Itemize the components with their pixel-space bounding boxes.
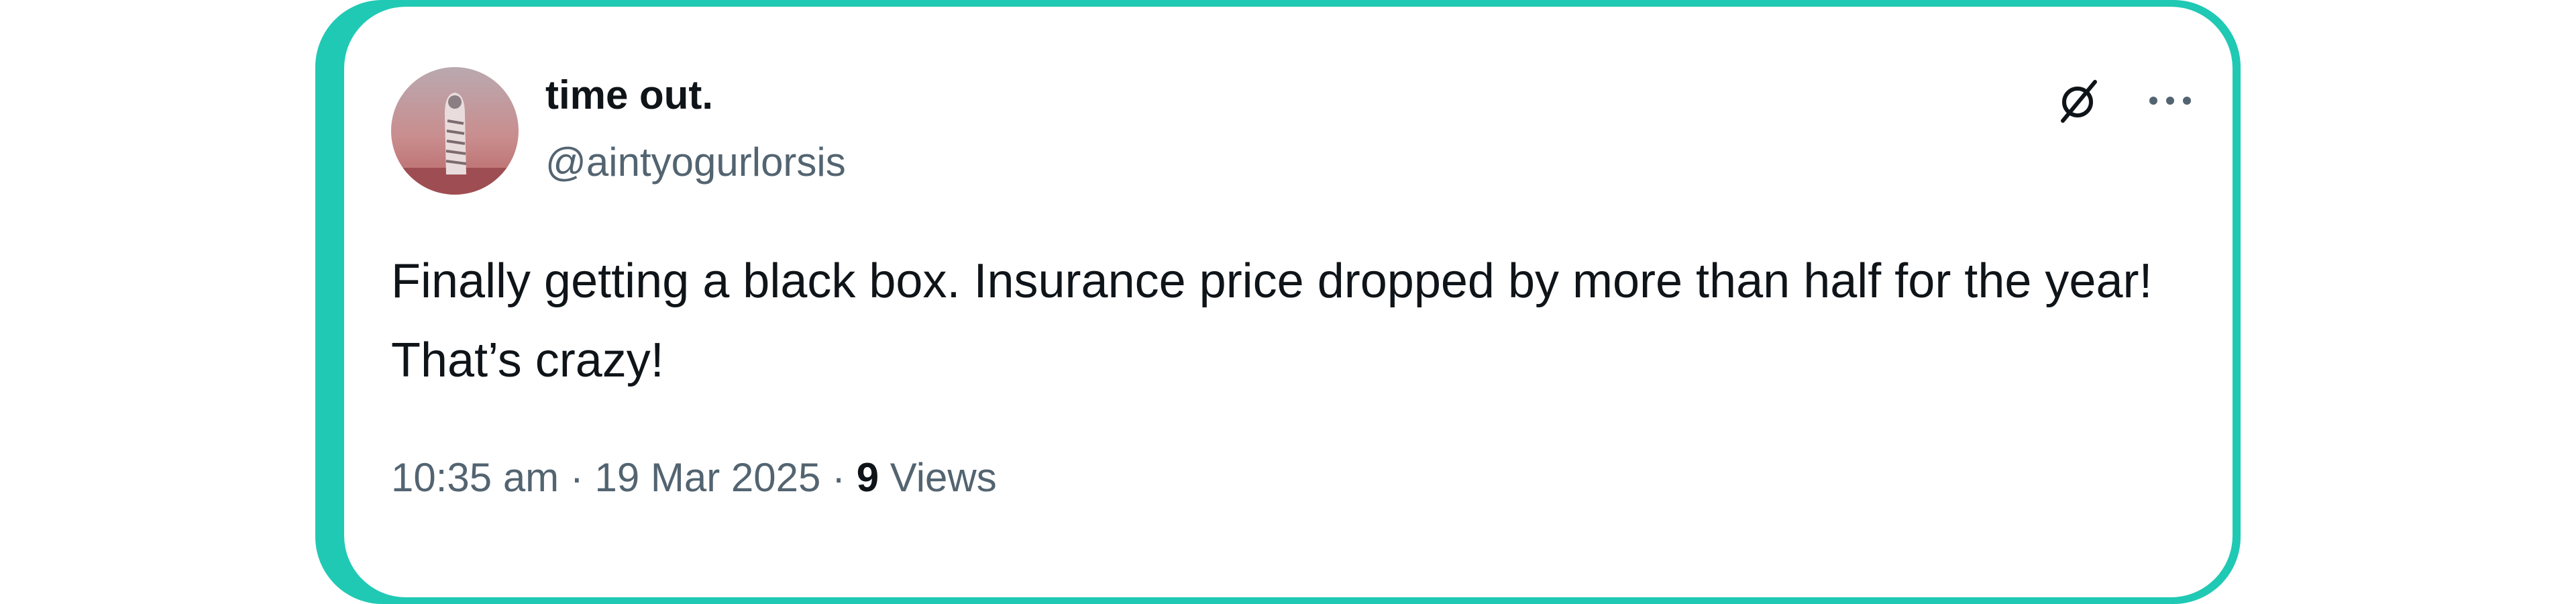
author-handle[interactable]: @aintyogurlorsis	[545, 142, 846, 183]
views-count: 9	[856, 455, 879, 500]
tweet-screenshot: time out. @aintyogurlorsis Finally getti…	[0, 0, 2576, 604]
author-display-name[interactable]: time out.	[545, 75, 713, 115]
views-label: Views	[890, 455, 997, 500]
x-logo-icon[interactable]	[2049, 72, 2106, 129]
more-options-icon[interactable]	[2142, 72, 2198, 129]
meta-separator: ·	[832, 455, 846, 500]
tweet-text: Finally getting a black box. Insurance p…	[391, 254, 2153, 387]
tweet-time[interactable]: 10:35 am	[391, 455, 559, 500]
tweet-meta: 10:35 am · 19 Mar 2025 · 9 Views	[391, 458, 997, 498]
avatar[interactable]	[391, 67, 519, 195]
meta-separator: ·	[570, 455, 584, 500]
tweet-date[interactable]: 19 Mar 2025	[595, 455, 821, 500]
header-actions	[2049, 74, 2198, 128]
